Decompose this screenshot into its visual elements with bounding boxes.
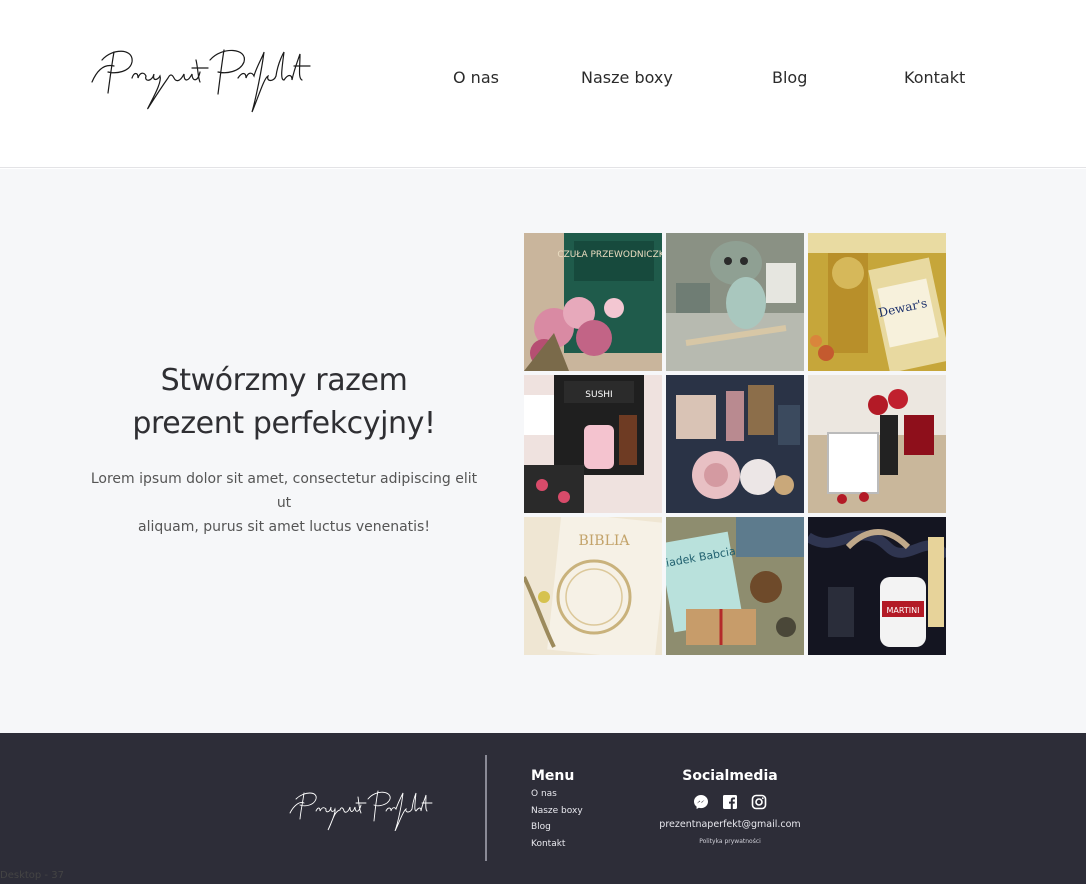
footer-logo-script: [289, 790, 433, 832]
messenger-icon[interactable]: [693, 794, 709, 810]
nav-kontakt[interactable]: Kontakt: [904, 68, 965, 87]
footer-menu-blog[interactable]: Blog: [531, 822, 551, 832]
frame-label: Desktop - 37: [0, 870, 64, 881]
photo-sushi-box[interactable]: SUSHI: [524, 375, 662, 513]
photo-book-flowers-box[interactable]: CZUŁA PRZEWODNICZKA: [524, 233, 662, 371]
hero-text-line2: aliquam, purus sit amet luctus venenatis…: [138, 519, 430, 535]
footer-divider: [485, 755, 487, 861]
footer-menu-title: Menu: [531, 768, 575, 784]
nav-o-nas[interactable]: O nas: [453, 68, 499, 87]
photo-red-roses-frame-box[interactable]: [808, 375, 946, 513]
instagram-icon[interactable]: [751, 794, 767, 810]
photo-dziadek-babcia-box[interactable]: Dziadek Babcia: [666, 517, 804, 655]
photo-teddy-rose-box[interactable]: [666, 375, 804, 513]
site-footer: Menu O nas Nasze boxy Blog Kontakt Socia…: [0, 733, 1086, 884]
hero-description: Lorem ipsum dolor sit amet, consectetur …: [84, 467, 484, 539]
brand-logo-script: [91, 49, 311, 113]
hero-title-line1: Stwórzmy razem: [160, 363, 408, 398]
footer-logo[interactable]: [288, 785, 438, 832]
brand-logo[interactable]: [88, 38, 318, 118]
nav-nasze-boxy[interactable]: Nasze boxy: [581, 68, 673, 87]
hero-text-line1: Lorem ipsum dolor sit amet, consectetur …: [90, 471, 478, 511]
site-header: O nas Nasze boxy Blog Kontakt: [0, 0, 1086, 168]
photo-dewars-gift-box[interactable]: Dewar's: [808, 233, 946, 371]
hero-title-line2: prezent perfekcyjny!: [132, 406, 436, 441]
footer-menu-nasze-boxy[interactable]: Nasze boxy: [531, 806, 583, 816]
footer-menu-kontakt[interactable]: Kontakt: [531, 839, 565, 849]
sushi-label: SUSHI: [585, 390, 612, 400]
footer-privacy-link[interactable]: Polityka prywatności: [660, 838, 800, 845]
photo-martini-box[interactable]: MARTINI: [808, 517, 946, 655]
footer-social-icons: [693, 794, 767, 810]
photo-plush-toy-box[interactable]: [666, 233, 804, 371]
nav-blog[interactable]: Blog: [772, 68, 807, 87]
footer-social-title: Socialmedia: [682, 768, 778, 784]
photo-bible-box[interactable]: BIBLIA: [524, 517, 662, 655]
hero-section: Stwórzmy razem prezent perfekcyjny! Lore…: [0, 169, 1086, 733]
hero-title: Stwórzmy razem prezent perfekcyjny!: [84, 359, 484, 445]
gift-box-gallery: CZUŁA PRZEWODNICZKA Dewar's SUSHI BIBLIA…: [524, 233, 947, 656]
footer-email[interactable]: prezentnaperfekt@gmail.com: [640, 819, 820, 830]
footer-menu-o-nas[interactable]: O nas: [531, 789, 557, 799]
facebook-icon[interactable]: [722, 794, 738, 810]
book-overlay-text: CZUŁA PRZEWODNICZKA: [557, 250, 662, 260]
martini-label: MARTINI: [887, 606, 920, 615]
bible-label: BIBLIA: [578, 533, 630, 549]
